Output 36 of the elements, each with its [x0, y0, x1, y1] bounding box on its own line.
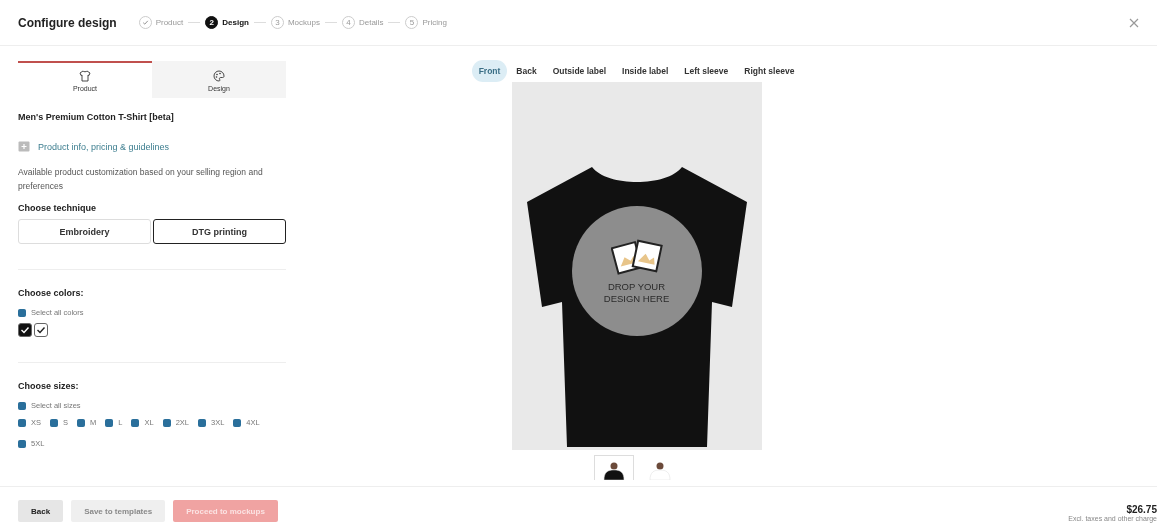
technique-option[interactable]: Embroidery — [18, 219, 151, 245]
checkbox[interactable] — [131, 418, 140, 427]
view-tab[interactable]: Back — [509, 60, 544, 82]
checkbox[interactable] — [233, 418, 242, 427]
checkbox[interactable] — [162, 418, 171, 427]
palette-icon — [213, 69, 225, 82]
page-title: Configure design — [18, 15, 117, 30]
section-label: Choose technique — [18, 203, 97, 214]
info-icon — [18, 141, 30, 153]
view-tab[interactable]: Left sleeve — [677, 60, 736, 82]
checkbox[interactable] — [18, 308, 26, 317]
view-tab[interactable]: Outside label — [545, 60, 614, 82]
checkbox[interactable] — [18, 401, 26, 410]
step-indicator[interactable]: 2 Design — [205, 16, 249, 29]
footer-button[interactable]: Back — [18, 500, 64, 522]
section-label: Choose colors: — [18, 288, 85, 299]
checkbox[interactable] — [105, 418, 114, 427]
view-tab[interactable]: Inside label — [615, 60, 676, 82]
description-text: Available product customization based on your selling region and preferences — [18, 166, 264, 193]
checkbox[interactable] — [50, 418, 58, 427]
checkbox[interactable] — [198, 418, 206, 427]
section-label: Choose sizes: — [18, 381, 80, 392]
product-title: Men's Premium Cotton T-Shirt [beta] — [18, 112, 175, 122]
technique-option[interactable]: DTG printing — [153, 219, 286, 245]
view-tab[interactable]: Front — [471, 60, 508, 82]
price-text: $26.75 — [1126, 504, 1157, 515]
color-swatch[interactable] — [34, 323, 48, 338]
checkbox[interactable] — [18, 418, 26, 427]
t-shirt-icon — [79, 69, 91, 82]
checkbox[interactable] — [18, 439, 26, 448]
color-swatch[interactable] — [18, 323, 32, 338]
view-tab[interactable]: Right sleeve — [737, 60, 802, 82]
product-info-link[interactable]: Product info, pricing & guidelines — [38, 142, 170, 152]
checkbox[interactable] — [77, 418, 86, 427]
thumbnail[interactable] — [593, 455, 634, 480]
close-icon[interactable] — [1129, 17, 1139, 28]
